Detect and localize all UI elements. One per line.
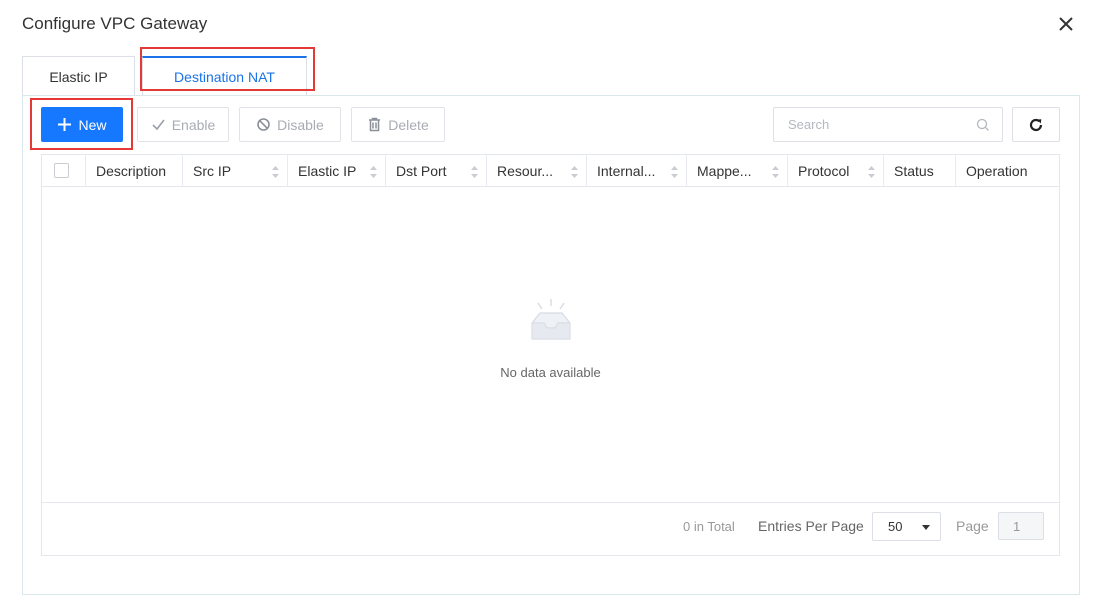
- page-label: Page: [956, 518, 989, 534]
- search-box[interactable]: [773, 107, 1003, 142]
- refresh-button[interactable]: [1012, 107, 1060, 142]
- select-all-checkbox[interactable]: [54, 163, 69, 178]
- tab-destination-nat[interactable]: Destination NAT: [142, 56, 307, 96]
- column-header-resource[interactable]: Resour...: [487, 155, 587, 186]
- column-header-status: Status: [884, 155, 956, 186]
- disable-button[interactable]: Disable: [239, 107, 341, 142]
- pagination-bar: 0 in Total Entries Per Page 50 Page 1: [42, 502, 1059, 555]
- dnat-table: Description Src IP Elastic IP Dst Port R…: [41, 154, 1060, 556]
- caret-down-icon: [922, 525, 930, 530]
- table-header: Description Src IP Elastic IP Dst Port R…: [42, 155, 1059, 187]
- column-header-mapped[interactable]: Mappe...: [687, 155, 788, 186]
- column-header-protocol[interactable]: Protocol: [788, 155, 884, 186]
- sort-icon[interactable]: [671, 166, 678, 178]
- total-count: 0 in Total: [683, 519, 735, 534]
- enable-button-label: Enable: [171, 116, 216, 133]
- delete-button-label: Delete: [388, 116, 429, 133]
- new-button[interactable]: New: [41, 107, 123, 142]
- empty-state-text: No data available: [500, 365, 601, 380]
- sort-icon[interactable]: [471, 166, 478, 178]
- refresh-icon: [1029, 118, 1043, 131]
- tab-elastic-ip[interactable]: Elastic IP: [22, 56, 135, 96]
- check-icon: [152, 119, 165, 131]
- search-input[interactable]: [788, 117, 958, 132]
- column-header-description[interactable]: Description: [86, 155, 183, 186]
- empty-state: No data available: [42, 187, 1059, 502]
- select-all-cell: [42, 155, 86, 186]
- column-header-internal[interactable]: Internal...: [587, 155, 687, 186]
- sort-icon[interactable]: [772, 166, 779, 178]
- sort-icon[interactable]: [571, 166, 578, 178]
- plus-icon: [58, 118, 72, 131]
- enable-button[interactable]: Enable: [137, 107, 229, 142]
- delete-button[interactable]: Delete: [351, 107, 445, 142]
- column-header-elastic-ip[interactable]: Elastic IP: [288, 155, 386, 186]
- entries-per-page-select[interactable]: 50: [872, 512, 941, 541]
- sort-icon[interactable]: [272, 166, 279, 178]
- disable-button-label: Disable: [277, 116, 324, 133]
- column-header-dst-port[interactable]: Dst Port: [386, 155, 487, 186]
- ban-icon: [257, 118, 270, 131]
- column-header-src-ip[interactable]: Src IP: [183, 155, 288, 186]
- column-header-operation: Operation: [966, 162, 1028, 179]
- page-number-input[interactable]: 1: [998, 512, 1044, 540]
- entries-per-page-label: Entries Per Page: [758, 518, 864, 534]
- close-icon[interactable]: [1055, 13, 1077, 35]
- sort-icon[interactable]: [868, 166, 875, 178]
- entries-per-page-value: 50: [888, 519, 903, 534]
- search-icon[interactable]: [976, 118, 990, 132]
- empty-inbox-icon: [531, 299, 571, 340]
- sort-icon[interactable]: [370, 166, 377, 178]
- dialog-title: Configure VPC Gateway: [22, 14, 208, 33]
- new-button-label: New: [78, 116, 107, 133]
- trash-icon: [369, 117, 381, 132]
